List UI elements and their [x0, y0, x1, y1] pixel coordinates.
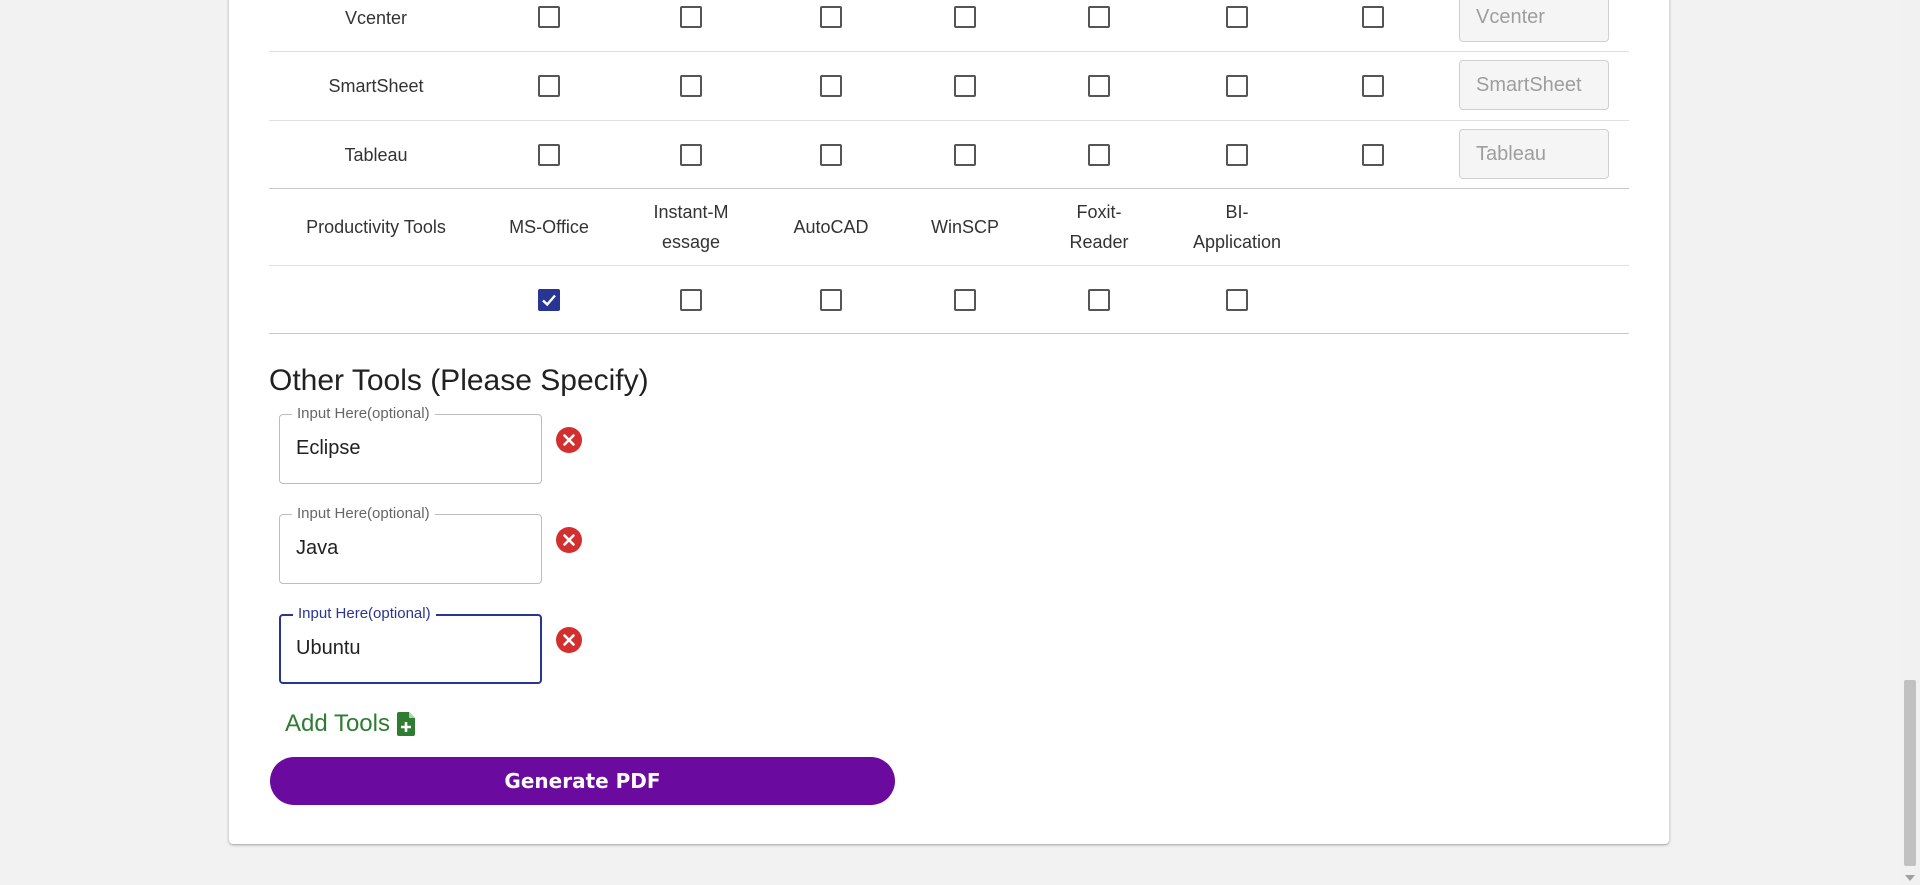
row-label-tableau: Tableau: [344, 145, 408, 165]
file-plus-icon: [396, 712, 415, 736]
checkbox-winscp[interactable]: [954, 289, 976, 311]
checkbox-foxit-reader[interactable]: [1088, 289, 1110, 311]
checkbox[interactable]: [1088, 75, 1110, 97]
row-divider: [269, 265, 1629, 266]
scroll-down-icon[interactable]: [1905, 875, 1915, 881]
field-label: Input Here(optional): [292, 505, 435, 522]
checkbox[interactable]: [680, 75, 702, 97]
checkbox[interactable]: [820, 144, 842, 166]
row-divider: [269, 188, 1629, 189]
col-header-autocad: AutoCAD: [793, 217, 869, 237]
checkbox[interactable]: [538, 144, 560, 166]
checkbox[interactable]: [1362, 6, 1384, 28]
close-icon: [563, 434, 575, 446]
checkbox-autocad[interactable]: [820, 289, 842, 311]
other-tools-title: Other Tools (Please Specify): [269, 364, 649, 397]
other-tool-field-3[interactable]: Input Here(optional) Ubuntu: [279, 605, 542, 684]
col-header-foxit-reader: Foxit-Reader: [1069, 202, 1129, 252]
checkbox[interactable]: [538, 6, 560, 28]
close-icon: [563, 634, 575, 646]
checkbox[interactable]: [1226, 144, 1248, 166]
col-header-winscp: WinSCP: [930, 217, 1000, 237]
checkbox[interactable]: [954, 144, 976, 166]
tableau-input[interactable]: Tableau: [1459, 129, 1609, 179]
field-value[interactable]: Eclipse: [296, 437, 360, 460]
field-value[interactable]: Java: [296, 537, 338, 560]
checkbox-instant-message[interactable]: [680, 289, 702, 311]
row-divider: [269, 120, 1629, 121]
generate-pdf-button[interactable]: Generate PDF: [270, 757, 895, 805]
remove-field-button[interactable]: [556, 427, 582, 453]
form-card: Vcenter Vcenter SmartSheet SmartSheet Ta…: [229, 0, 1669, 844]
col-header-instant-message: Instant-Message: [653, 202, 729, 252]
other-tool-field-1[interactable]: Input Here(optional) Eclipse: [279, 405, 542, 484]
add-tools-button[interactable]: Add Tools: [285, 710, 416, 738]
row-divider: [269, 333, 1629, 334]
remove-field-button[interactable]: [556, 527, 582, 553]
row-label-smartsheet: SmartSheet: [328, 76, 424, 96]
other-tool-field-2[interactable]: Input Here(optional) Java: [279, 505, 542, 584]
checkbox[interactable]: [1088, 6, 1110, 28]
checkbox[interactable]: [680, 6, 702, 28]
smartsheet-input[interactable]: SmartSheet: [1459, 60, 1609, 110]
checkbox[interactable]: [1362, 75, 1384, 97]
checkbox[interactable]: [820, 6, 842, 28]
field-label: Input Here(optional): [292, 405, 435, 422]
add-tools-label: Add Tools: [285, 710, 390, 737]
checkbox[interactable]: [954, 6, 976, 28]
checkbox-ms-office[interactable]: [538, 289, 560, 311]
checkbox[interactable]: [1226, 75, 1248, 97]
checkbox[interactable]: [1226, 6, 1248, 28]
checkbox[interactable]: [1088, 144, 1110, 166]
checkbox-bi-application[interactable]: [1226, 289, 1248, 311]
close-icon: [563, 534, 575, 546]
col-header-bi-application: BI-Application: [1192, 202, 1282, 252]
page-scrollbar[interactable]: [1900, 0, 1920, 885]
vcenter-input[interactable]: Vcenter: [1459, 0, 1609, 42]
remove-field-button[interactable]: [556, 627, 582, 653]
checkbox[interactable]: [680, 144, 702, 166]
check-icon: [542, 294, 556, 307]
checkbox[interactable]: [538, 75, 560, 97]
row-divider: [269, 51, 1629, 52]
field-value[interactable]: Ubuntu: [296, 637, 361, 660]
checkbox[interactable]: [1362, 144, 1384, 166]
productivity-tools-label: Productivity Tools: [306, 217, 446, 237]
checkbox[interactable]: [954, 75, 976, 97]
checkbox[interactable]: [820, 75, 842, 97]
col-header-ms-office: MS-Office: [509, 217, 589, 237]
scroll-thumb[interactable]: [1904, 680, 1916, 866]
row-label-vcenter: Vcenter: [344, 8, 408, 28]
field-label: Input Here(optional): [293, 605, 436, 622]
